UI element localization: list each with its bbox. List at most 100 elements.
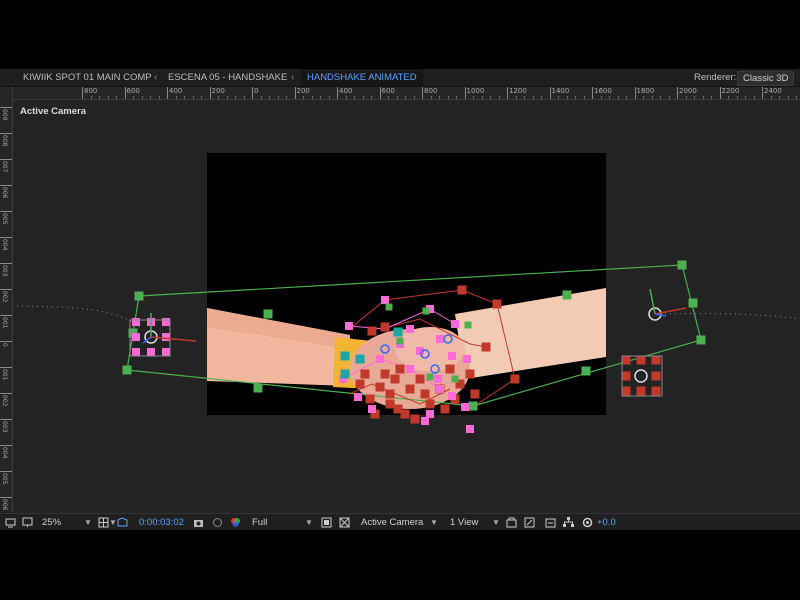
puppet-handle[interactable]	[468, 401, 478, 411]
chevron-down-icon[interactable]: ▼	[492, 514, 500, 530]
puppet-handle[interactable]	[134, 291, 144, 301]
fast-preview-icon[interactable]	[524, 517, 535, 528]
puppet-handle[interactable]	[621, 371, 631, 381]
puppet-handle[interactable]	[445, 364, 455, 374]
always-preview-icon[interactable]	[5, 517, 16, 528]
puppet-handle[interactable]	[147, 348, 155, 356]
puppet-handle[interactable]	[510, 374, 520, 384]
draft-icon[interactable]	[545, 517, 556, 528]
puppet-handle[interactable]	[406, 325, 414, 333]
color-channel-icon[interactable]	[230, 517, 241, 528]
puppet-handle[interactable]	[436, 385, 444, 393]
renderer-dropdown[interactable]: Classic 3D	[737, 71, 795, 86]
flowchart-icon[interactable]	[563, 517, 574, 528]
puppet-handle[interactable]	[457, 285, 467, 295]
puppet-handle[interactable]	[434, 375, 442, 383]
puppet-handle[interactable]	[492, 299, 502, 309]
vertical-ruler[interactable]: 009 008 007 006 005 004 003 002 001 0 001 002 003 004…	[0, 87, 13, 512]
puppet-handle[interactable]	[465, 369, 475, 379]
puppet-handle[interactable]	[354, 393, 362, 401]
puppet-handle[interactable]	[406, 365, 414, 373]
puppet-handle[interactable]	[368, 405, 376, 413]
puppet-handle[interactable]	[396, 337, 404, 345]
3d-view-dropdown[interactable]: Active Camera	[361, 514, 423, 530]
puppet-handle[interactable]	[385, 389, 395, 399]
puppet-handle[interactable]	[425, 399, 435, 409]
puppet-handle[interactable]	[132, 348, 140, 356]
puppet-handle[interactable]	[393, 327, 403, 337]
exposure-reset-icon[interactable]	[582, 517, 593, 528]
show-snapshot-icon[interactable]	[212, 517, 223, 528]
puppet-handle[interactable]	[380, 322, 390, 332]
puppet-handle[interactable]	[464, 321, 472, 329]
puppet-handle[interactable]	[581, 366, 591, 376]
puppet-handle[interactable]	[636, 355, 646, 365]
tab-kiwiik-spot-main-comp[interactable]: KIWIIK SPOT 01 MAIN COMP	[23, 69, 152, 86]
puppet-handle[interactable]	[677, 260, 687, 270]
puppet-handle[interactable]	[426, 410, 434, 418]
puppet-handle[interactable]	[636, 386, 646, 396]
puppet-handle[interactable]	[688, 298, 698, 308]
current-time-display[interactable]: 0:00:03:02	[139, 514, 184, 530]
puppet-handle[interactable]	[340, 351, 350, 361]
puppet-handle[interactable]	[410, 414, 420, 424]
puppet-handle[interactable]	[426, 373, 434, 381]
puppet-handle[interactable]	[562, 290, 572, 300]
puppet-handle[interactable]	[451, 375, 459, 383]
puppet-handle[interactable]	[470, 389, 480, 399]
puppet-handle[interactable]	[340, 369, 350, 379]
puppet-handle[interactable]	[415, 374, 425, 384]
puppet-handle[interactable]	[385, 303, 393, 311]
puppet-handle[interactable]	[440, 404, 450, 414]
puppet-handle[interactable]	[405, 384, 415, 394]
puppet-handle[interactable]	[451, 320, 459, 328]
puppet-handle[interactable]	[390, 374, 400, 384]
transparency-grid-icon[interactable]	[339, 517, 350, 528]
puppet-handle[interactable]	[463, 355, 471, 363]
puppet-handle[interactable]	[422, 307, 430, 315]
puppet-handle[interactable]	[162, 318, 170, 326]
tab-escena-handshake[interactable]: ESCENA 05 - HANDSHAKE	[168, 69, 287, 86]
puppet-handle[interactable]	[132, 318, 140, 326]
puppet-handle[interactable]	[393, 404, 403, 414]
puppet-handle[interactable]	[651, 371, 661, 381]
region-icon[interactable]	[321, 517, 332, 528]
puppet-handle[interactable]	[651, 386, 661, 396]
puppet-handle[interactable]	[122, 365, 132, 375]
puppet-handle[interactable]	[696, 335, 706, 345]
puppet-handle[interactable]	[420, 389, 430, 399]
puppet-handle[interactable]	[355, 379, 365, 389]
chevron-down-icon[interactable]: ▼	[430, 514, 438, 530]
puppet-handle[interactable]	[376, 355, 384, 363]
view-layout-dropdown[interactable]: 1 View	[450, 514, 478, 530]
puppet-handle[interactable]	[360, 369, 370, 379]
puppet-handle[interactable]	[162, 333, 170, 341]
chevron-down-icon[interactable]: ▼	[305, 514, 313, 530]
puppet-handle[interactable]	[253, 383, 263, 393]
grid-icon[interactable]	[98, 517, 109, 528]
puppet-handle[interactable]	[355, 354, 365, 364]
puppet-handle[interactable]	[621, 386, 631, 396]
horizontal-ruler[interactable]: 800 600 400 200 0 200 400 600 800 1000 1200 1400 160…	[12, 87, 800, 100]
puppet-handle[interactable]	[448, 352, 456, 360]
exposure-value[interactable]: +0.0	[597, 514, 616, 530]
tab-handshake-animated[interactable]: HANDSHAKE ANIMATED	[301, 69, 423, 86]
puppet-handle[interactable]	[621, 355, 631, 365]
puppet-handle[interactable]	[651, 355, 661, 365]
chevron-down-icon[interactable]: ▼	[84, 514, 92, 530]
puppet-handle[interactable]	[375, 382, 385, 392]
puppet-handle[interactable]	[466, 425, 474, 433]
puppet-handle[interactable]	[365, 394, 375, 404]
puppet-handle[interactable]	[367, 326, 377, 336]
puppet-handle[interactable]	[395, 364, 405, 374]
puppet-handle[interactable]	[162, 348, 170, 356]
puppet-handle[interactable]	[345, 322, 353, 330]
magnification-dropdown[interactable]: 25%	[42, 514, 61, 530]
puppet-handle[interactable]	[481, 342, 491, 352]
3d-view-icon[interactable]	[506, 517, 517, 528]
puppet-handle[interactable]	[380, 369, 390, 379]
puppet-handle[interactable]	[385, 399, 395, 409]
composition-viewer[interactable]	[0, 69, 800, 530]
puppet-handle[interactable]	[381, 296, 389, 304]
puppet-handle[interactable]	[132, 333, 140, 341]
